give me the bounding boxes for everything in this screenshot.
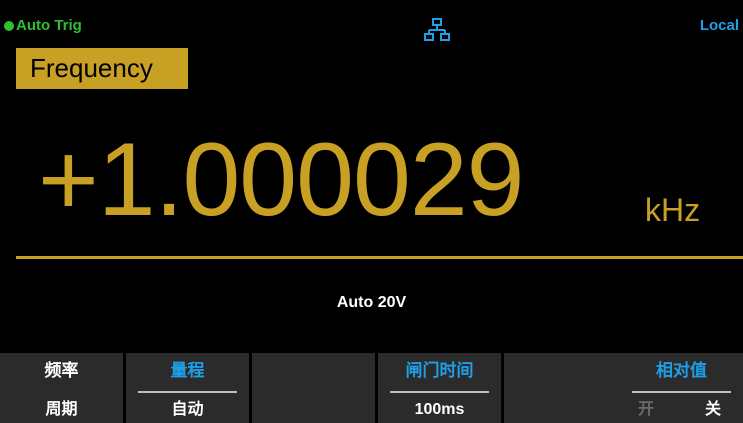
instrument-screen: Auto Trig Local Frequency +1.000029 kHz … — [0, 0, 743, 423]
range-info: Auto 20V — [336, 294, 407, 311]
softkey-bar: 频率 周期 量程 自动 闸门时间 100ms 相对值 开 关 — [0, 353, 743, 423]
softkey-label: 频率 — [44, 361, 79, 380]
measurement-unit: kHz — [645, 192, 701, 228]
softkey-separator — [390, 391, 489, 393]
relative-on-option: 开 — [638, 401, 655, 418]
softkey-value: 100ms — [414, 401, 465, 418]
softkey-label: 闸门时间 — [405, 361, 474, 380]
softkey-label: 相对值 — [656, 361, 707, 380]
softkey-separator — [632, 391, 731, 393]
softkey-label: 量程 — [170, 361, 205, 380]
reading-divider — [16, 256, 743, 259]
relative-off-option: 关 — [704, 401, 721, 418]
softkey-range[interactable]: 量程 自动 — [126, 353, 249, 423]
trigger-indicator-icon — [4, 21, 14, 31]
measurement-function-label: Frequency — [16, 48, 188, 89]
softkey-gate-time[interactable]: 闸门时间 100ms — [378, 353, 501, 423]
softkey-empty-3[interactable] — [252, 353, 375, 423]
softkey-empty-5[interactable] — [504, 353, 627, 423]
softkey-frequency-period[interactable]: 频率 周期 — [0, 353, 123, 423]
remote-local-status: Local — [699, 17, 739, 34]
softkey-value: 自动 — [171, 401, 204, 418]
network-icon — [424, 18, 450, 41]
softkey-value: 周期 — [45, 401, 78, 418]
softkey-relative[interactable]: 相对值 开 关 — [620, 353, 743, 423]
softkey-separator — [138, 391, 237, 393]
trigger-status: Auto Trig — [16, 17, 82, 34]
status-bar: Auto Trig Local — [0, 0, 743, 41]
measurement-value: +1.000029 — [38, 122, 525, 238]
